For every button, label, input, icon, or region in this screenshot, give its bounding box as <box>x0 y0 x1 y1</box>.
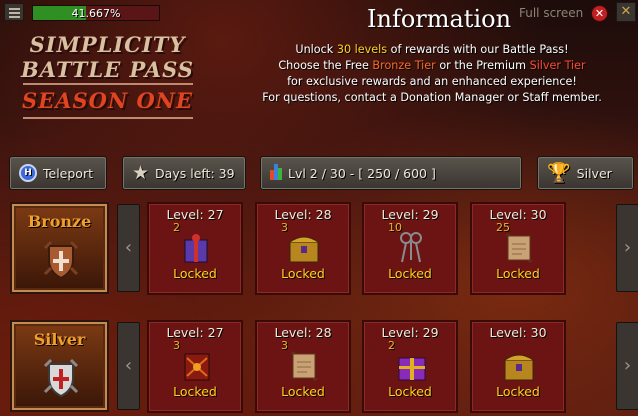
gift-box-icon <box>398 357 426 381</box>
bronze-tier-highlight: Bronze Tier <box>372 59 436 72</box>
trophy-icon: 🏆 <box>547 162 571 184</box>
reward-level: Level: 27 <box>166 325 224 340</box>
silver-reward-card[interactable]: Level: 30 Locked <box>470 320 566 413</box>
silver-reward-card[interactable]: Level: 27 3 Locked <box>147 320 243 413</box>
info-line-2-c: or the Premium <box>435 59 530 72</box>
teleport-icon: H <box>19 164 37 182</box>
reward-status: Locked <box>388 266 432 281</box>
days-left-label: Days left: 39 <box>155 165 235 181</box>
reward-status: Locked <box>173 266 217 281</box>
reward-status: Locked <box>388 384 432 399</box>
silver-shield-icon <box>43 358 79 398</box>
bronze-scroll-left-button[interactable]: ‹ <box>117 204 140 292</box>
info-line-1: Unlock 30 levels of rewards with our Bat… <box>232 42 632 58</box>
fullscreen-label[interactable]: Full screen <box>519 6 583 20</box>
logo-line-3: SEASON ONE <box>22 88 193 113</box>
reward-level: Level: 30 <box>489 207 547 222</box>
info-line-1-highlight: 30 levels <box>336 43 388 56</box>
reward-level: Level: 28 <box>274 325 332 340</box>
keys-icon <box>400 232 422 263</box>
infernal-box-icon <box>184 353 210 381</box>
reward-level: Level: 27 <box>166 207 224 222</box>
bronze-tier-badge: Bronze <box>12 204 107 292</box>
info-line-2: Choose the Free Bronze Tier or the Premi… <box>232 58 632 74</box>
bronze-reward-card[interactable]: Level: 28 3 Locked <box>255 202 351 295</box>
reward-status: Locked <box>281 384 325 399</box>
silver-scroll-right-button[interactable]: › <box>616 322 638 410</box>
reward-status: Locked <box>496 266 540 281</box>
logo-line-2: BATTLE PASS <box>21 57 194 82</box>
season-progress-bar: 41.667% <box>32 5 160 21</box>
menu-button[interactable] <box>4 3 24 21</box>
reward-level: Level: 29 <box>381 207 439 222</box>
reward-status: Locked <box>496 384 540 399</box>
teleport-button[interactable]: H Teleport <box>9 156 107 190</box>
reward-level: Level: 30 <box>489 325 547 340</box>
bronze-shield-icon <box>43 240 79 280</box>
info-line-1-c: of rewards with our Battle Pass! <box>387 43 569 56</box>
reward-level: Level: 28 <box>274 207 332 222</box>
bronze-scroll-right-button[interactable]: › <box>616 204 638 292</box>
days-left-display: ★ Days left: 39 <box>122 156 246 190</box>
reward-status: Locked <box>173 384 217 399</box>
silver-scroll-left-button[interactable]: ‹ <box>117 322 140 410</box>
star-icon: ★ <box>132 162 150 184</box>
reward-status: Locked <box>281 266 325 281</box>
scroll-icon <box>505 233 533 263</box>
silver-tier-label: Silver <box>33 330 86 349</box>
silver-tier-highlight: Silver Tier <box>529 59 586 72</box>
teleport-label: Teleport <box>43 165 93 181</box>
bronze-reward-card[interactable]: Level: 30 25 Locked <box>470 202 566 295</box>
bronze-reward-card[interactable]: Level: 29 10 Locked <box>362 202 458 295</box>
silver-reward-card[interactable]: Level: 28 3 Locked <box>255 320 351 413</box>
logo-line-1: SIMPLICITY <box>29 32 186 57</box>
silver-tier-badge: Silver <box>12 322 107 410</box>
info-line-3: for exclusive rewards and an enhanced ex… <box>287 75 577 88</box>
mystery-box-icon <box>184 234 208 263</box>
reward-level: Level: 29 <box>381 325 439 340</box>
info-line-1-a: Unlock <box>295 43 337 56</box>
level-progress-display: Lvl 2 / 30 - [ 250 / 600 ] <box>260 156 522 190</box>
info-line-2-a: Choose the Free <box>278 59 373 72</box>
bronze-tier-label: Bronze <box>27 212 92 231</box>
info-title: Information <box>367 5 512 33</box>
info-text: Unlock 30 levels of rewards with our Bat… <box>232 42 632 106</box>
bronze-reward-card[interactable]: Level: 27 2 Locked <box>147 202 243 295</box>
bar-chart-icon <box>270 164 282 182</box>
progress-text: 41.667% <box>71 7 121 20</box>
close-button[interactable]: ✕ <box>616 2 636 22</box>
silver-reward-card[interactable]: Level: 29 2 Locked <box>362 320 458 413</box>
fullscreen-toggle-icon[interactable]: ✕ <box>591 5 608 22</box>
battle-pass-logo: SIMPLICITY BATTLE PASS SEASON ONE <box>20 32 195 120</box>
level-progress-label: Lvl 2 / 30 - [ 250 / 600 ] <box>288 165 436 181</box>
treasure-chest-icon <box>289 236 319 263</box>
tier-display[interactable]: 🏆 Silver <box>537 156 634 190</box>
scroll-icon <box>290 351 318 381</box>
tier-label: Silver <box>576 165 612 181</box>
treasure-chest-icon <box>504 354 534 381</box>
info-line-4: For questions, contact a Donation Manage… <box>262 91 602 104</box>
